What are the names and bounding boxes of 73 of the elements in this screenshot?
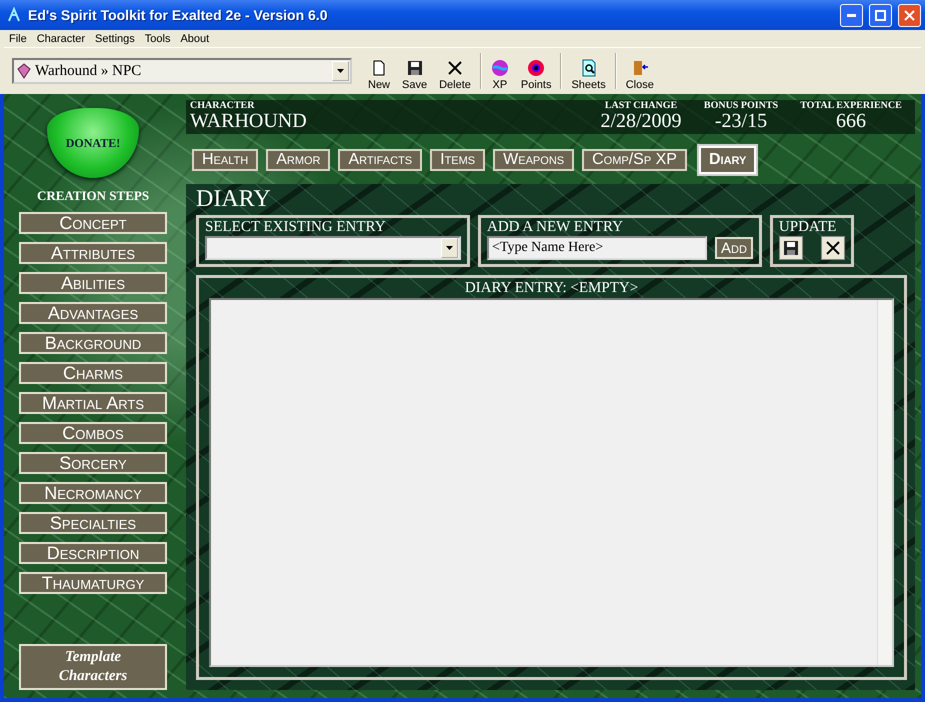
dropdown-arrow-icon [446,246,453,250]
tab[interactable]: Items [430,149,486,171]
save-icon [782,239,800,257]
minimize-button[interactable] [840,4,863,26]
section-title: CREATION STEPS [36,188,150,204]
toolbar-button[interactable]: Delete [433,51,477,91]
close-icon [824,239,842,257]
header-label: BONUS POINTS [704,100,778,111]
entry-dropdown[interactable] [205,236,461,260]
header-value: 666 [836,111,866,131]
creation-step-button[interactable]: Background [19,332,167,354]
tab[interactable]: Comp/Sp XP [582,149,687,171]
menu-item[interactable]: Settings [90,32,140,44]
toolbar-button[interactable]: New [362,51,396,91]
save-button[interactable] [778,236,803,260]
toolbar-button[interactable]: Close [620,51,660,91]
dropdown-arrow-icon [337,69,344,73]
menu-item[interactable]: File [4,32,32,44]
menu-item[interactable]: Tools [140,32,176,44]
save-icon [406,59,424,77]
tab[interactable]: Armor [266,149,330,171]
entry-name-field[interactable]: <Type Name Here> [487,236,707,260]
toolbar-button[interactable]: Sheets [565,51,612,91]
creation-step-button[interactable]: Charms [19,362,167,384]
toolbar-button[interactable]: XP [484,51,515,91]
header-value: -23/15 [714,111,768,131]
app-icon [6,7,22,23]
tab[interactable]: Weapons [493,149,574,171]
cancel-button[interactable] [820,236,845,260]
header-value: 2/28/2009 [600,111,682,131]
creation-step-button[interactable]: Description [19,542,167,564]
creation-step-button[interactable]: Necromancy [19,482,167,504]
creation-step-button[interactable]: Concept [19,212,167,234]
maximize-button[interactable] [869,4,892,26]
tab[interactable]: Health [192,149,258,171]
close-icon [904,10,915,20]
gem-icon [17,63,31,79]
close-button[interactable] [898,4,921,26]
creation-step-button[interactable]: Combos [19,422,167,444]
minimize-icon [847,14,856,16]
close-icon [446,59,464,77]
template-characters-button[interactable]: Template Characters [19,644,167,690]
maximize-icon [875,10,886,20]
header-label: TOTAL EXPERIENCE [800,100,902,111]
panel-title: DIARY [196,186,272,213]
tab[interactable]: Artifacts [338,149,422,171]
group-label: ADD A NEW ENTRY [487,219,624,236]
character-dropdown[interactable]: Warhound » NPC [12,58,352,84]
entry-title: DIARY ENTRY: <EMPTY> [464,279,640,298]
header-label: CHARACTER [190,100,254,111]
creation-step-button[interactable]: Thaumaturgy [19,572,167,594]
toolbar-button[interactable]: Save [396,51,434,91]
swirl-icon [490,59,509,77]
toolbar-button[interactable]: Points [514,51,558,91]
creation-step-button[interactable]: Specialties [19,512,167,534]
document-search-icon [580,59,598,77]
creation-step-button[interactable]: Martial Arts [19,392,167,414]
window-title: Ed's Spirit Toolkit for Exalted 2e - Version 6.0 [28,7,328,23]
character-name: WARHOUND [190,111,307,131]
menu-item[interactable]: About [175,32,214,44]
scrollbar[interactable] [877,300,892,665]
group-label: SELECT EXISTING ENTRY [205,219,387,236]
creation-step-button[interactable]: Abilities [19,272,167,294]
menu-item[interactable]: Character [32,32,90,44]
eye-icon [527,59,546,77]
creation-step-button[interactable]: Attributes [19,242,167,264]
creation-step-button[interactable]: Sorcery [19,452,167,474]
add-button[interactable]: Add [715,237,753,259]
group-label: UPDATE [778,219,838,236]
header-label: LAST CHANGE [604,100,678,111]
creation-step-button[interactable]: Advantages [19,302,167,324]
tab[interactable]: Diary [698,146,756,174]
donate-button[interactable]: DONATE! [47,108,139,178]
